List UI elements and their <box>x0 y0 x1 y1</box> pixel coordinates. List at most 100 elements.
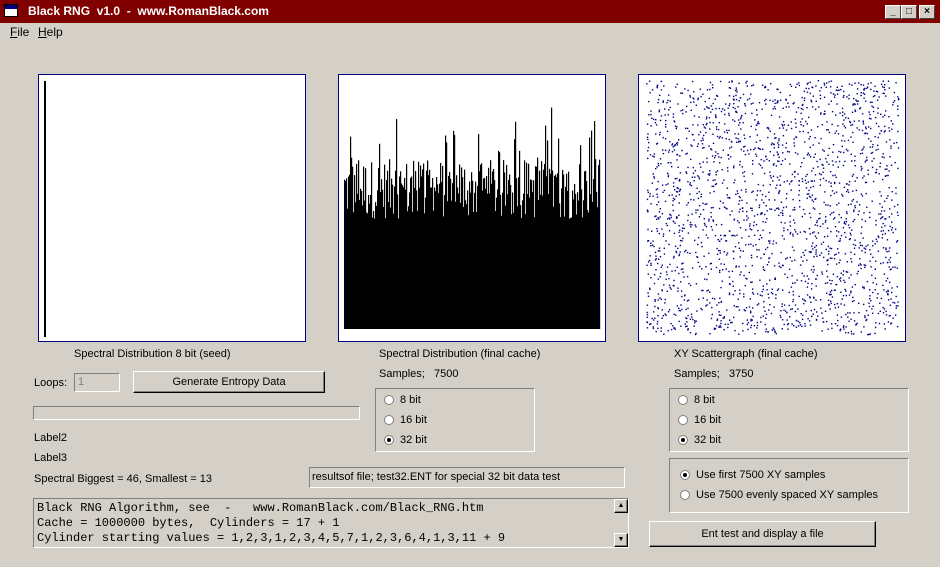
scatter-point <box>848 97 850 100</box>
scatter-point <box>814 235 817 237</box>
scatter-point <box>874 332 876 335</box>
scatter-point <box>820 307 822 309</box>
scatter-point <box>852 190 854 192</box>
log-line-1: Black RNG Algorithm, see - www.RomanBlac… <box>37 501 484 515</box>
samples-cache-label: Samples; <box>379 368 425 380</box>
scatter-point <box>862 286 864 288</box>
scatter-point <box>812 248 814 250</box>
scatter-point <box>767 331 769 333</box>
scatter-point <box>649 193 651 195</box>
scatter-point <box>737 298 739 300</box>
scatter-point <box>690 158 692 161</box>
scatter-point <box>810 99 812 102</box>
bits-cache-32-radio[interactable]: 32 bit <box>384 434 504 448</box>
scatter-point <box>649 195 651 198</box>
scatter-point <box>695 209 697 211</box>
use-evenly-spaced-radio[interactable]: Use 7500 evenly spaced XY samples <box>680 489 900 503</box>
scatter-point <box>813 308 816 311</box>
app-window-icon[interactable] <box>4 4 18 17</box>
scatter-point <box>897 108 899 110</box>
scatter-point <box>764 221 767 223</box>
scatter-point <box>775 332 777 335</box>
scatter-point <box>810 101 813 103</box>
scatter-point <box>876 99 879 101</box>
scatter-point <box>891 221 893 223</box>
scatter-point <box>780 212 782 214</box>
scatter-point <box>669 100 671 102</box>
scatter-point <box>837 319 839 322</box>
generate-entropy-button[interactable]: Generate Entropy Data <box>133 371 325 393</box>
scroll-down-icon[interactable]: ▼ <box>614 533 628 547</box>
use-first-samples-radio[interactable]: Use first 7500 XY samples <box>680 469 900 483</box>
maximize-icon[interactable]: □ <box>901 5 917 19</box>
title-bar[interactable]: Black RNG v1.0 - www.RomanBlack.com _ □ … <box>0 0 940 23</box>
scatter-point <box>850 274 852 276</box>
scatter-point <box>712 220 715 222</box>
scatter-point <box>674 327 676 329</box>
bits-scatter-8-radio[interactable]: 8 bit <box>678 394 798 408</box>
scatter-point <box>823 84 826 86</box>
scatter-point <box>672 200 674 202</box>
scatter-point <box>869 101 872 103</box>
scatter-point <box>720 320 722 322</box>
log-memo[interactable]: Black RNG Algorithm, see - www.RomanBlac… <box>33 498 629 548</box>
scatter-point <box>730 146 733 148</box>
scatter-point <box>690 226 692 228</box>
scatter-point <box>656 87 659 89</box>
scatter-point <box>750 229 753 231</box>
scatter-point <box>805 182 807 184</box>
scatter-point <box>871 166 874 169</box>
scatter-point <box>822 241 825 243</box>
memo-scrollbar[interactable]: ▲ ▼ <box>614 499 628 547</box>
scatter-point <box>785 106 787 108</box>
menu-file[interactable]: File <box>10 25 29 39</box>
scatter-point <box>744 137 746 140</box>
scatter-point <box>864 220 867 222</box>
scatter-point <box>680 304 682 306</box>
scatter-point <box>856 127 858 129</box>
scatter-point <box>821 330 823 332</box>
menu-help[interactable]: Help <box>38 25 63 39</box>
bits-scatter-16-radio[interactable]: 16 bit <box>678 414 798 428</box>
scatter-point <box>883 131 886 133</box>
scatter-point <box>783 181 785 183</box>
scatter-point <box>682 237 684 240</box>
scatter-point <box>873 90 875 92</box>
scatter-point <box>675 86 677 88</box>
scatter-point <box>844 160 846 163</box>
scatter-point <box>670 214 672 216</box>
scatter-point <box>852 173 855 176</box>
scatter-point <box>664 114 666 116</box>
scatter-point <box>897 167 899 170</box>
scatter-point <box>665 184 667 186</box>
scatter-point <box>694 224 696 226</box>
bits-cache-16-radio[interactable]: 16 bit <box>384 414 504 428</box>
scatter-point <box>816 274 818 277</box>
scatter-point <box>672 204 674 206</box>
scatter-point <box>886 239 889 241</box>
scatter-point <box>659 131 661 134</box>
scatter-point <box>803 275 805 277</box>
bits-scatter-32-radio[interactable]: 32 bit <box>678 434 798 448</box>
scatter-point <box>887 174 889 177</box>
scatter-point <box>655 269 657 271</box>
scatter-point <box>719 162 721 164</box>
bits-cache-8-radio[interactable]: 8 bit <box>384 394 504 408</box>
scatter-point <box>726 194 728 196</box>
scatter-point <box>852 296 854 299</box>
results-field[interactable]: resultsof file; test32.ENT for special 3… <box>309 467 625 488</box>
loops-input[interactable]: 1 <box>74 373 120 392</box>
scatter-point <box>768 242 771 244</box>
scroll-up-icon[interactable]: ▲ <box>614 499 628 513</box>
scatter-point <box>804 179 806 181</box>
scatter-point <box>843 325 845 327</box>
ent-test-button[interactable]: Ent test and display a file <box>649 521 876 547</box>
minimize-icon[interactable]: _ <box>885 5 901 19</box>
scatter-point <box>655 143 658 145</box>
scatter-point <box>845 271 847 273</box>
scatter-point <box>783 124 786 126</box>
scatter-point <box>725 254 728 256</box>
scatter-point <box>719 135 721 138</box>
close-icon[interactable]: × <box>919 5 935 19</box>
scatter-point <box>740 116 742 118</box>
